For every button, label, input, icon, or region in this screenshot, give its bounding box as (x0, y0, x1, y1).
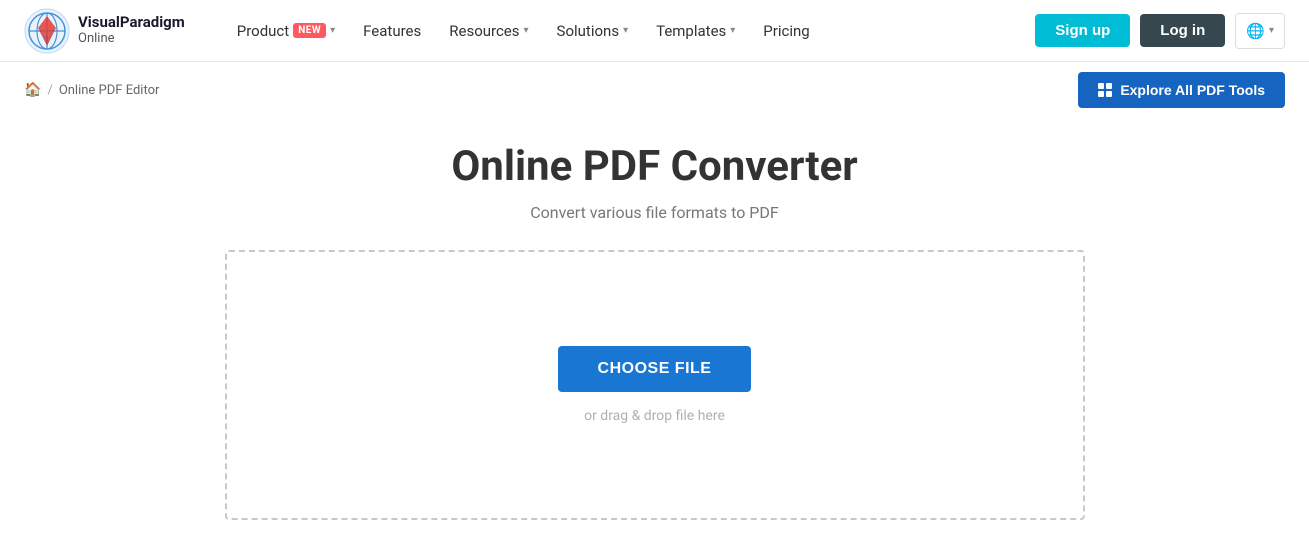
globe-icon: 🌐 (1246, 22, 1265, 40)
explore-button-label: Explore All PDF Tools (1120, 82, 1265, 98)
nav-solutions-label: Solutions (557, 22, 620, 40)
grid-icon (1098, 83, 1112, 97)
resources-chevron-icon: ▾ (524, 25, 529, 36)
nav-templates-label: Templates (656, 22, 726, 40)
main-content: Online PDF Converter Convert various fil… (0, 112, 1309, 540)
nav-features[interactable]: Features (351, 14, 433, 48)
choose-file-button[interactable]: CHOOSE FILE (558, 346, 752, 392)
explore-pdf-tools-button[interactable]: Explore All PDF Tools (1078, 72, 1285, 108)
nav-solutions[interactable]: Solutions ▾ (545, 14, 641, 48)
breadcrumb: 🏠 / Online PDF Editor (24, 82, 159, 98)
language-button[interactable]: 🌐 ▾ (1235, 13, 1285, 49)
brand-name: VisualParadigm (78, 14, 185, 31)
nav-pricing[interactable]: Pricing (751, 14, 821, 48)
templates-chevron-icon: ▾ (730, 25, 735, 36)
breadcrumb-current: Online PDF Editor (59, 83, 160, 98)
navbar: VisualParadigm Online Product NEW ▾ Feat… (0, 0, 1309, 62)
globe-chevron-icon: ▾ (1269, 25, 1274, 36)
logo-link[interactable]: VisualParadigm Online (24, 8, 185, 54)
nav-resources[interactable]: Resources ▾ (437, 14, 540, 48)
brand-sub: Online (78, 32, 185, 47)
nav-product-badge: NEW (293, 23, 326, 38)
login-button[interactable]: Log in (1140, 14, 1225, 47)
nav-features-label: Features (363, 22, 421, 40)
nav-pricing-label: Pricing (763, 22, 809, 40)
nav-actions: Sign up Log in 🌐 ▾ (1035, 13, 1285, 49)
logo-text: VisualParadigm Online (78, 14, 185, 46)
solutions-chevron-icon: ▾ (623, 25, 628, 36)
nav-product[interactable]: Product NEW ▾ (225, 14, 347, 48)
logo-icon (24, 8, 70, 54)
product-chevron-icon: ▾ (330, 25, 335, 36)
drop-zone[interactable]: CHOOSE FILE or drag & drop file here (225, 250, 1085, 520)
drag-drop-text: or drag & drop file here (584, 408, 725, 424)
nav-links: Product NEW ▾ Features Resources ▾ Solut… (225, 14, 1036, 48)
nav-templates[interactable]: Templates ▾ (644, 14, 747, 48)
nav-product-label: Product (237, 22, 289, 40)
signup-button[interactable]: Sign up (1035, 14, 1130, 47)
page-heading: Online PDF Converter (24, 142, 1285, 191)
nav-resources-label: Resources (449, 22, 519, 40)
home-icon[interactable]: 🏠 (24, 82, 41, 98)
breadcrumb-separator: / (47, 83, 52, 98)
page-subtitle: Convert various file formats to PDF (24, 203, 1285, 222)
